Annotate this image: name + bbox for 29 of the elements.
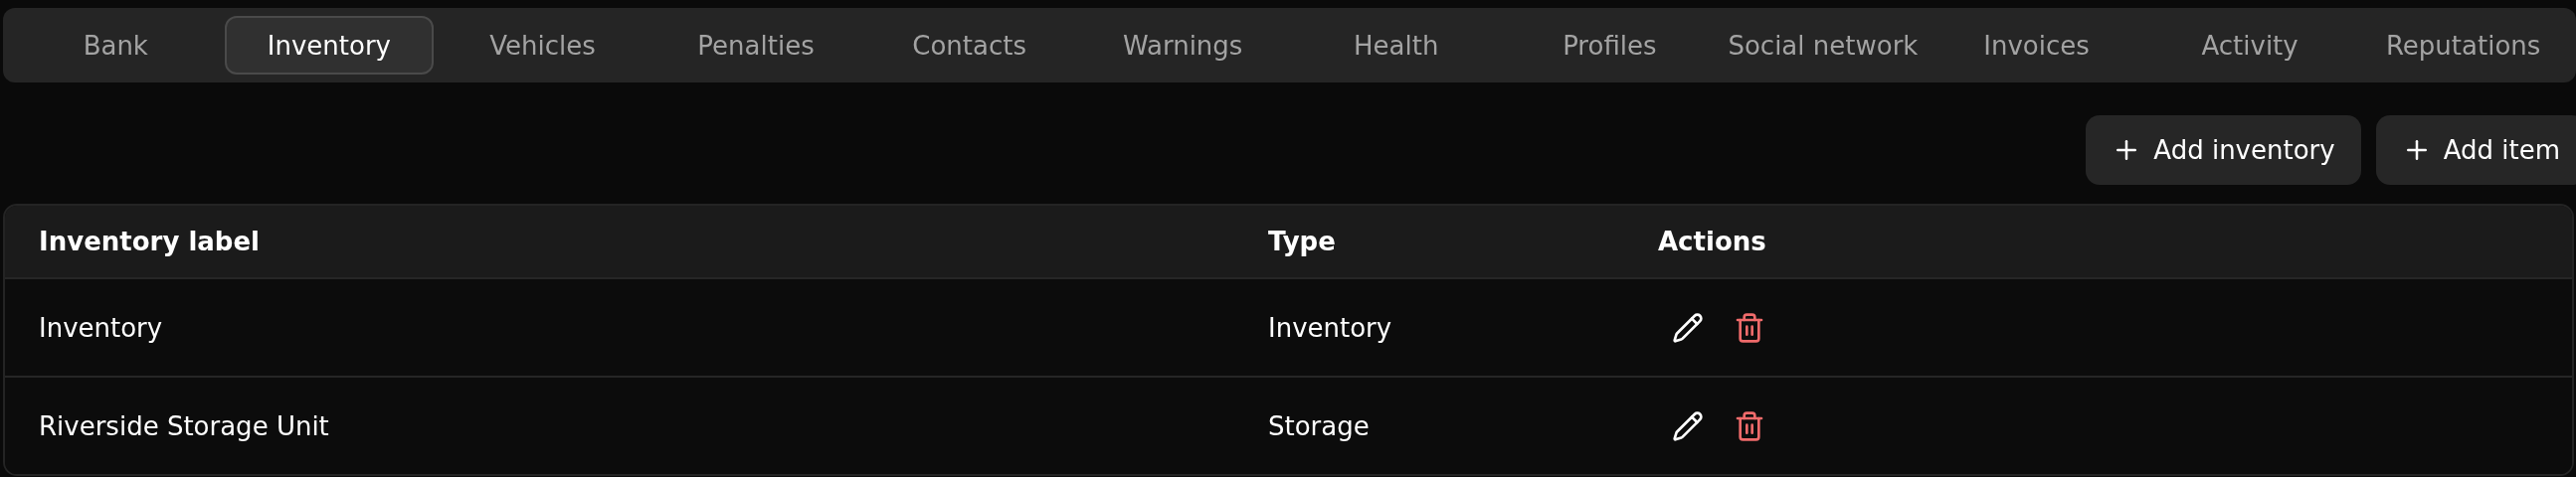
add-button[interactable]: Add item [2375,115,2576,185]
pencil-icon [1672,409,1704,442]
tab[interactable]: Penalties [650,16,861,75]
tab[interactable]: Social network [1718,16,1929,75]
edit-button[interactable] [1672,311,1704,344]
tab[interactable]: Vehicles [438,16,647,75]
delete-button[interactable] [1734,409,1765,442]
table-cell: Storage [1268,410,1370,441]
add-button[interactable]: Add inventory [2086,115,2361,185]
table-cell: Inventory [1268,312,1392,343]
edit-button[interactable] [1672,409,1704,442]
tab[interactable]: Invoices [1932,16,2141,75]
tab[interactable]: Health [1291,16,1502,75]
tab[interactable]: Contacts [864,16,1074,75]
table-cell: Inventory [39,312,163,343]
column-header: Actions [1658,227,1766,256]
tab[interactable]: Inventory [224,16,435,75]
delete-button[interactable] [1734,311,1765,344]
trash-icon [1734,311,1765,344]
tab[interactable]: Activity [2144,16,2355,75]
tab[interactable]: Bank [11,16,221,75]
column-header: Inventory label [39,227,260,256]
pencil-icon [1672,311,1704,344]
trash-icon [1734,409,1765,442]
tab[interactable]: Warnings [1077,16,1288,75]
table-cell: Riverside Storage Unit [39,410,329,441]
column-header: Type [1268,227,1336,256]
tab[interactable]: Profiles [1505,16,1715,75]
tab[interactable]: Reputations [2358,16,2568,75]
